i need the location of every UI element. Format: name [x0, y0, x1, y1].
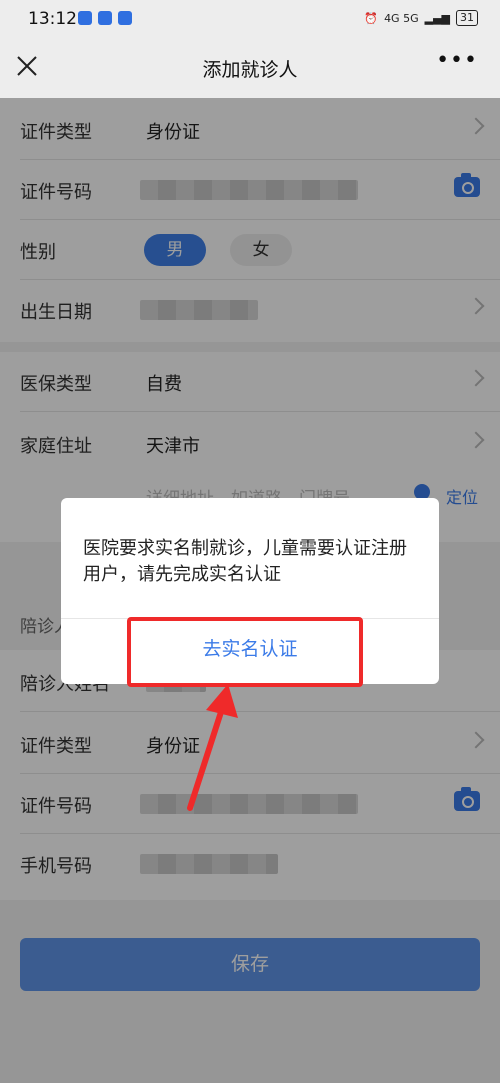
annotation-arrow	[187, 684, 238, 811]
